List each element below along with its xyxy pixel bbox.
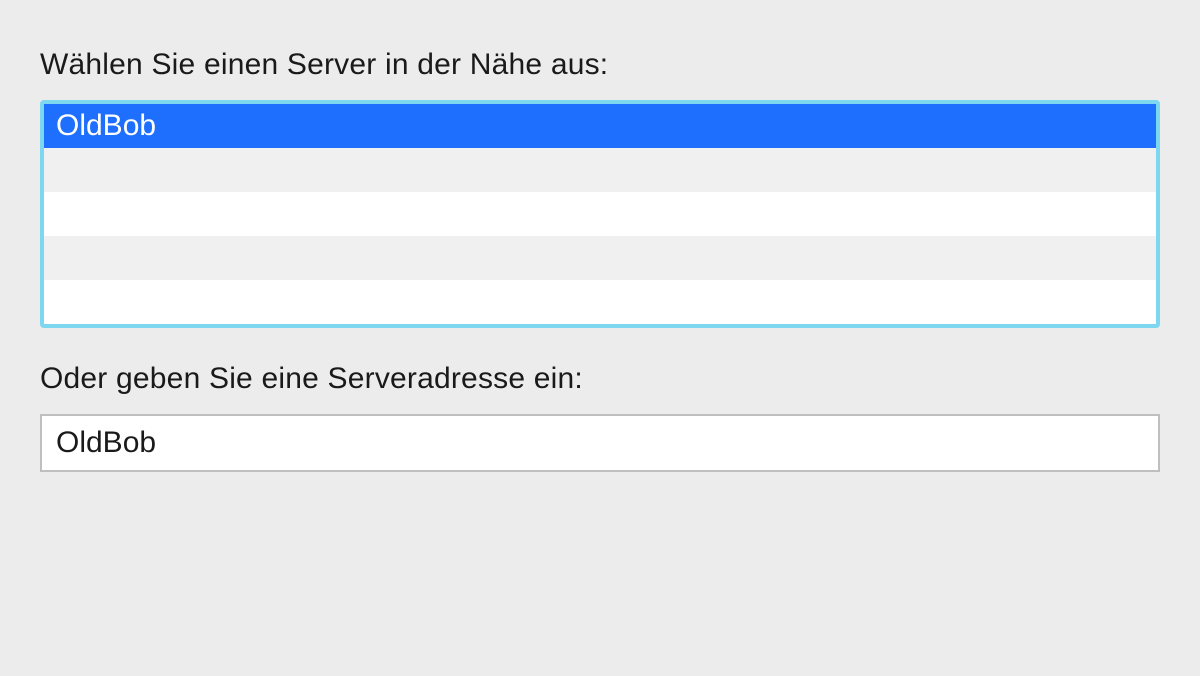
server-list-item-empty[interactable]: [44, 148, 1156, 192]
server-list-item-empty[interactable]: [44, 236, 1156, 280]
server-list-item-empty[interactable]: [44, 280, 1156, 324]
server-address-input[interactable]: [40, 414, 1160, 472]
server-list[interactable]: OldBob: [40, 100, 1160, 328]
server-list-item-selected[interactable]: OldBob: [44, 104, 1156, 148]
choose-server-label: Wählen Sie einen Server in der Nähe aus:: [40, 48, 1160, 82]
server-list-item-empty[interactable]: [44, 192, 1156, 236]
enter-address-label: Oder geben Sie eine Serveradresse ein:: [40, 362, 1160, 396]
